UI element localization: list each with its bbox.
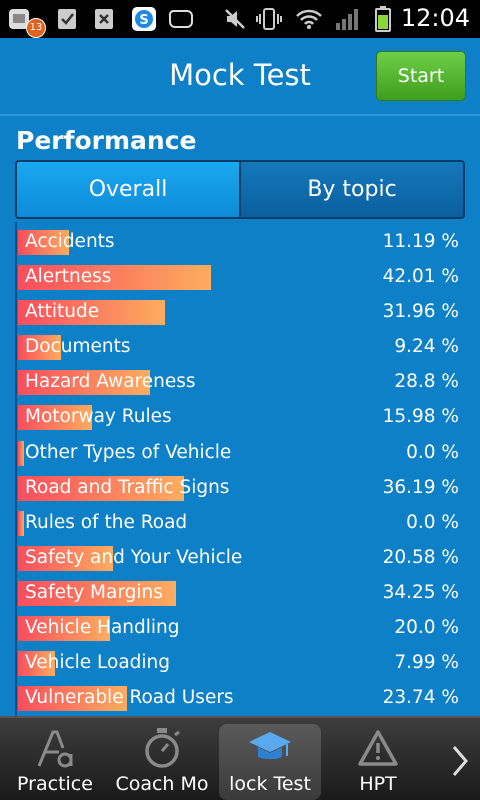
topic-percentage: 0.0 % [406,441,459,463]
wifi-icon [294,7,324,31]
list-item: Vehicle Handling 20.0 % [17,608,470,643]
list-item: Documents 9.24 % [17,327,470,362]
topic-label: Rules of the Road [25,511,188,533]
svg-text:S: S [139,13,148,28]
list-item: Hazard Awareness 28.8 % [17,362,470,397]
tab-by-topic[interactable]: By topic [241,162,463,217]
topic-percentage: 7.99 % [394,652,459,674]
practice-icon [5,726,105,770]
list-item: Attitude 31.96 % [17,292,470,327]
graduation-cap-icon [219,726,321,770]
tab-coach-mode[interactable]: Coach Mo [113,724,211,800]
topic-percentage: 20.58 % [382,546,459,568]
topic-percentage: 34.25 % [382,581,459,603]
tab-label: Coach Mo [115,773,209,795]
tab-hpt[interactable]: HPT [330,724,426,800]
topic-label: Motorway Rules [25,406,172,428]
notification-count-badge: 13 [26,18,46,38]
stopwatch-icon [113,726,211,770]
topic-percentage: 11.19 % [382,231,459,252]
progress-bar [18,440,24,466]
vibrate-icon [256,7,282,31]
chevron-right-icon[interactable] [450,744,470,782]
list-item: Rules of the Road 0.0 % [17,503,470,538]
mute-icon [222,7,248,31]
list-item: Alertness 42.01 % [17,257,470,292]
topic-label: Alertness [25,266,112,288]
topic-label: Safety and Your Vehicle [25,546,243,568]
topic-percentage: 9.24 % [394,336,459,358]
topic-percentage: 42.01 % [382,266,459,288]
topic-performance-list[interactable]: Accidents 11.19 % Alertness 42.01 % Attitude… [15,222,470,716]
topic-percentage: 28.8 % [394,371,459,393]
list-item: Safety and Your Vehicle 20.58 % [17,538,470,573]
topic-percentage: 31.96 % [382,301,459,323]
topic-label: Accidents [25,231,115,252]
tab-label: Practice [17,773,93,795]
tab-practice[interactable]: Practice [5,724,105,800]
skype-icon: S [130,7,158,31]
topic-percentage: 23.74 % [382,687,459,709]
topic-label: Hazard Awareness [25,371,196,393]
cloud-icon [168,7,194,31]
close-box-icon [92,7,116,31]
warning-triangle-icon [330,726,426,770]
topic-label: Vehicle Handling [25,617,180,639]
tab-overall[interactable]: Overall [17,162,241,217]
clock: 12:04 [400,4,470,32]
performance-heading: Performance [16,126,197,155]
app-header: Mock Test Start [0,38,480,114]
topic-percentage: 20.0 % [394,617,459,639]
topic-label: Safety Margins [25,581,163,603]
performance-tab-bar: Overall By topic [15,160,465,219]
topic-label: Road and Traffic Signs [25,476,230,498]
list-item: Road and Traffic Signs 36.19 % [17,468,470,503]
checkbox-icon [55,7,79,31]
signal-icon [334,7,362,31]
topic-percentage: 0.0 % [406,511,459,533]
list-item: Vehicle Loading 7.99 % [17,643,470,678]
topic-label: Attitude [25,301,100,323]
list-item: Motorway Rules 15.98 % [17,397,470,432]
header-divider [0,114,480,116]
tab-label: HPT [359,773,397,795]
tab-label: lock Test [229,773,311,795]
battery-icon [372,6,394,32]
list-item: Other Types of Vehicle 0.0 % [17,433,470,468]
topic-percentage: 15.98 % [382,406,459,428]
tab-mock-test[interactable]: lock Test [219,724,321,800]
bottom-navigation: Practice Coach Mo lock Test HPT [0,716,480,800]
progress-bar [18,510,24,536]
topic-label: Vulnerable Road Users [25,687,234,709]
topic-label: Vehicle Loading [25,652,171,674]
topic-label: Other Types of Vehicle [25,441,232,463]
list-item: Vulnerable Road Users 23.74 % [17,678,470,713]
status-bar: 13 S 12:04 [0,0,480,38]
topic-label: Documents [25,336,131,358]
list-item: Safety Margins 34.25 % [17,573,470,608]
topic-percentage: 36.19 % [382,476,459,498]
list-item: Accidents 11.19 % [17,222,470,257]
start-button[interactable]: Start [376,51,466,101]
